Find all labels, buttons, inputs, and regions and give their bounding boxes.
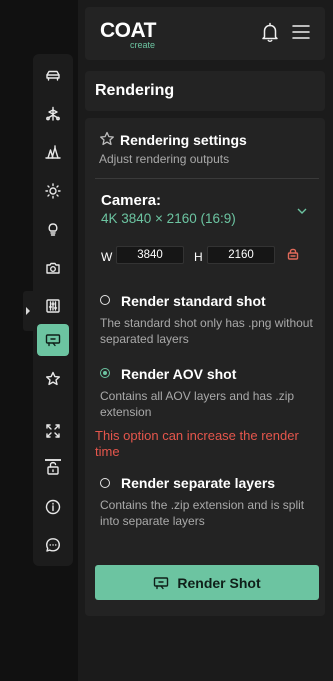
width-input[interactable] — [116, 246, 184, 264]
camera-icon — [46, 262, 60, 274]
sliders-icon — [46, 299, 60, 313]
option-standard-title[interactable]: Render standard shot — [121, 293, 266, 309]
sidebar-item-lights[interactable] — [37, 213, 69, 245]
option-aov-title[interactable]: Render AOV shot — [121, 366, 236, 382]
option-aov-desc: Contains all AOV layers and has .zip ext… — [100, 389, 295, 419]
caret-right-icon — [26, 307, 30, 315]
rendering-settings-panel: Rendering settings Adjust rendering outp… — [85, 118, 325, 616]
star-outline-icon — [100, 131, 114, 146]
radio-render-separate[interactable] — [100, 478, 110, 488]
height-label: H — [194, 250, 203, 264]
sidebar-item-fullscreen[interactable] — [37, 415, 69, 447]
height-input[interactable] — [207, 246, 275, 264]
collapse-sidebar-handle[interactable] — [23, 291, 33, 331]
radio-render-standard[interactable] — [100, 295, 110, 305]
lock-icon — [287, 248, 299, 260]
notifications-button[interactable] — [259, 21, 281, 43]
lightbulb-icon — [48, 223, 58, 236]
option-standard-desc: The standard shot only has .png without … — [100, 316, 313, 346]
camera-resolution-value[interactable]: 4K 3840 × 2160 (16:9) — [101, 211, 236, 226]
render-time-warning: This option can increase the render time — [95, 428, 299, 459]
sidebar-item-lighting[interactable] — [37, 175, 69, 207]
radio-render-aov[interactable] — [100, 368, 110, 378]
sidebar-item-unlock[interactable] — [37, 452, 69, 484]
sidebar-item-adjustments[interactable] — [37, 290, 69, 322]
render-icon — [45, 334, 61, 347]
favorite-toggle[interactable] — [99, 131, 115, 147]
sidebar-item-environment[interactable] — [37, 136, 69, 168]
sidebar-item-vehicle[interactable] — [37, 59, 69, 91]
sidebar-item-nodes[interactable] — [37, 98, 69, 130]
unlock-icon — [47, 461, 59, 475]
camera-dropdown-toggle[interactable] — [296, 204, 308, 216]
option-separate-title[interactable]: Render separate layers — [121, 475, 275, 491]
camera-label: Camera: — [101, 192, 162, 209]
tree-node-icon — [46, 106, 60, 121]
section-header: Rendering — [85, 71, 325, 111]
sidebar-item-chat[interactable] — [37, 529, 69, 561]
bell-icon — [262, 22, 278, 42]
settings-divider — [95, 178, 319, 179]
settings-subtitle: Adjust rendering outputs — [99, 152, 230, 166]
sidebar-item-camera[interactable] — [37, 252, 69, 284]
car-icon — [46, 70, 60, 81]
sidebar-item-rendering[interactable] — [37, 324, 69, 356]
menu-button[interactable] — [290, 21, 312, 43]
tool-sidebar — [33, 54, 73, 566]
option-separate-desc: Contains the .zip extension and is split… — [100, 498, 305, 528]
star-icon — [46, 371, 60, 386]
render-shot-label: Render Shot — [177, 574, 261, 591]
render-icon — [153, 575, 169, 591]
settings-title: Rendering settings — [120, 132, 247, 148]
chat-icon — [46, 538, 60, 552]
sidebar-item-favorites[interactable] — [37, 363, 69, 395]
sun-icon — [45, 183, 61, 199]
render-shot-button[interactable]: Render Shot — [95, 565, 319, 600]
page-title: Rendering — [95, 82, 175, 99]
menu-icon — [292, 25, 310, 39]
width-label: W — [101, 250, 113, 264]
expand-icon — [46, 424, 60, 438]
sidebar-item-info[interactable] — [37, 491, 69, 523]
chevron-down-icon — [297, 208, 307, 214]
logo: COAT create — [100, 19, 156, 51]
logo-wordmark: COAT — [100, 19, 156, 42]
logo-subtitle: create — [130, 40, 156, 50]
app-root: COAT create Rendering Rendering settings… — [0, 0, 333, 681]
info-icon — [45, 499, 61, 515]
landscape-icon — [45, 145, 61, 159]
main-panel: COAT create Rendering Rendering settings… — [78, 0, 333, 681]
top-bar: COAT create — [85, 7, 325, 60]
aspect-lock-toggle[interactable] — [286, 247, 300, 261]
